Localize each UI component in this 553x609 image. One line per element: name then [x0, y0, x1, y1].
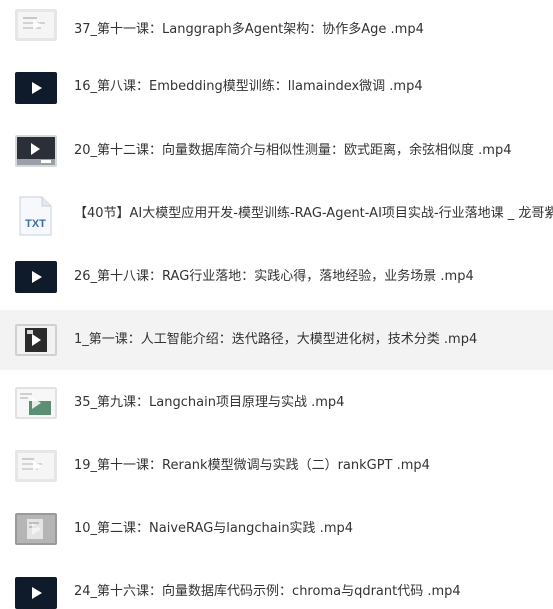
file-name: 10_第二课：NaiveRAG与langchain实践 .mp4 [74, 521, 354, 536]
video-thumbnail [15, 450, 57, 482]
file-row[interactable]: 26_第十八课：RAG行业落地：实践心得，落地经验，业务场景 .mp4 [0, 247, 553, 307]
file-name: 24_第十六课：向量数据库代码示例：chroma与qdrant代码 .mp4 [74, 584, 461, 599]
video-thumbnail [15, 72, 57, 104]
file-name: 1_第一课：人工智能介绍：迭代路径，大模型进化树，技术分类 .mp4 [74, 332, 478, 347]
file-row[interactable]: 20_第十二课：向量数据库简介与相似性测量：欧式距离，余弦相似度 .mp4 [0, 121, 553, 181]
file-name: 19_第十一课：Rerank模型微调与实践（二）rankGPT .mp4 [74, 458, 430, 473]
file-name: 35_第九课：Langchain项目原理与实战 .mp4 [74, 395, 345, 410]
video-thumbnail [15, 577, 57, 609]
file-list: 37_第十一课：Langgraph多Agent架构：协作多Age .mp4 16… [0, 0, 553, 609]
file-name: 16_第八课：Embedding模型训练：llamaindex微调 .mp4 [74, 79, 423, 94]
file-name: 37_第十一课：Langgraph多Agent架构：协作多Age .mp4 [74, 22, 424, 37]
file-row[interactable]: 19_第十一课：Rerank模型微调与实践（二）rankGPT .mp4 [0, 436, 553, 496]
file-row[interactable]: 35_第九课：Langchain项目原理与实战 .mp4 [0, 373, 553, 433]
video-thumbnail [15, 261, 57, 293]
file-row-selected[interactable]: 1_第一课：人工智能介绍：迭代路径，大模型进化树，技术分类 .mp4 [0, 310, 553, 370]
file-row[interactable]: 37_第十一课：Langgraph多Agent架构：协作多Age .mp4 [0, 0, 553, 60]
file-row[interactable]: 10_第二课：NaiveRAG与langchain实践 .mp4 [0, 499, 553, 559]
video-thumbnail [15, 387, 57, 419]
video-thumbnail [15, 9, 57, 41]
file-name: 26_第十八课：RAG行业落地：实践心得，落地经验，业务场景 .mp4 [74, 269, 474, 284]
file-row[interactable]: 24_第十六课：向量数据库代码示例：chroma与qdrant代码 .mp4 [0, 562, 553, 609]
video-thumbnail [15, 513, 57, 545]
file-name: 20_第十二课：向量数据库简介与相似性测量：欧式距离，余弦相似度 .mp4 [74, 143, 512, 158]
txt-badge: TXT [25, 218, 46, 230]
file-row[interactable]: TXT 【40节】AI大模型应用开发-模型训练-RAG-Agent-AI项目实战… [0, 184, 553, 244]
file-row[interactable]: 16_第八课：Embedding模型训练：llamaindex微调 .mp4 [0, 57, 553, 117]
file-name: 【40节】AI大模型应用开发-模型训练-RAG-Agent-AI项目实战-行业落… [74, 206, 553, 221]
txt-file-icon: TXT [19, 196, 52, 236]
video-thumbnail [15, 324, 57, 356]
video-thumbnail [15, 135, 57, 167]
